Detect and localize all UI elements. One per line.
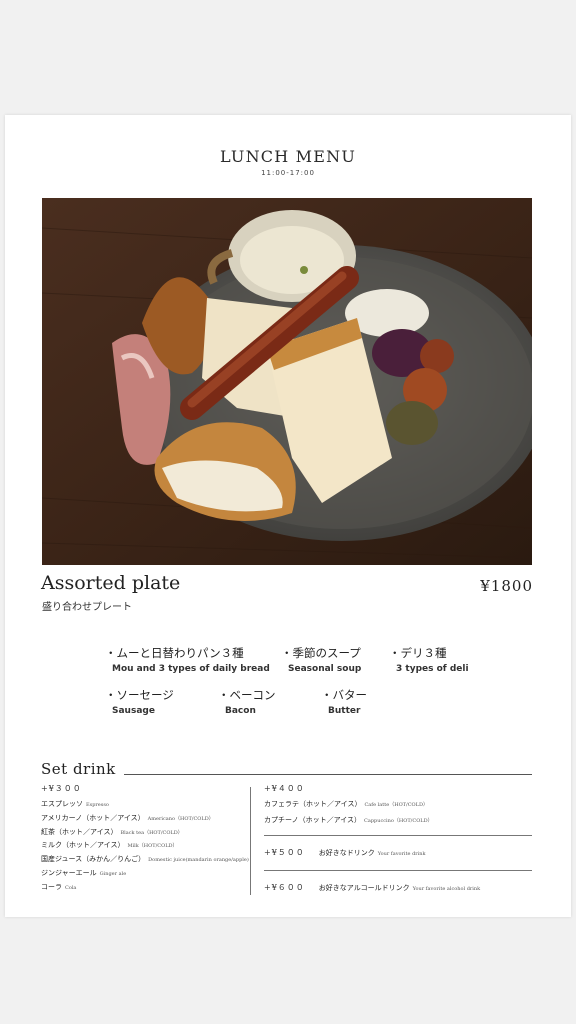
plate-item-jp: ・季節のスープ — [281, 646, 361, 660]
plate-name-jp: 盛り合わせプレート — [42, 602, 132, 613]
plate-price: ¥1800 — [480, 577, 533, 595]
drink-price-400: +¥４００ — [264, 784, 305, 793]
plate-item-en: Bacon — [225, 706, 256, 716]
menu-title: LUNCH MENU — [219, 147, 357, 166]
plate-item: ・デリ３種 3 types of deli — [389, 645, 469, 674]
plate-name: Assorted plate — [41, 572, 181, 594]
divider — [124, 774, 532, 775]
drink-row: コーラ Cola — [41, 882, 77, 891]
drink-row-600: +¥６００ お好きなアルコールドリンク Your favorite alcohol … — [264, 883, 481, 892]
plate-item-en: Butter — [328, 706, 361, 716]
food-photo — [42, 198, 532, 565]
drink-row: 国産ジュース（みかん／りんご） Domestic juice(mandarin o… — [41, 855, 249, 864]
plate-item: ・季節のスープ Seasonal soup — [281, 645, 361, 674]
set-drink-title: Set drink — [41, 760, 116, 778]
plate-item-en: Seasonal soup — [288, 664, 362, 674]
plate-item-jp: ・ソーセージ — [105, 688, 174, 702]
plate-item: ・ムーと日替わりパン３種 Mou and 3 types of daily br… — [105, 645, 270, 674]
menu-card: LUNCH MENU 11:00-17:00 Assorted plate 盛り… — [5, 115, 571, 917]
plate-item: ・ソーセージ Sausage — [105, 687, 174, 716]
drink-row: 紅茶（ホット／アイス） Black tea（HOT/COLD） — [41, 827, 183, 836]
drink-row: カフェラテ（ホット／アイス） Cafe latte（HOT/COLD） — [264, 800, 428, 808]
drink-row: アメリカーノ（ホット／アイス） Americano（HOT/COLD） — [41, 813, 214, 822]
drink-row-500: +¥５００ お好きなドリンク Your favorite drink — [264, 848, 426, 857]
plate-item-en: Sausage — [112, 706, 155, 716]
column-divider — [250, 787, 251, 895]
drink-row: カプチーノ（ホット／アイス） Cappuccino（HOT/COLD） — [264, 816, 433, 824]
plate-item: ・ベーコン Bacon — [218, 687, 276, 716]
plate-item-jp: ・バター — [321, 688, 367, 702]
plate-item-jp: ・デリ３種 — [389, 646, 447, 660]
assorted-plate-photo — [42, 198, 532, 565]
drink-group-right: +¥４００ カフェラテ（ホット／アイス） Cafe latte（HOT/COLD）… — [264, 783, 534, 905]
drink-group-300: +¥３００ エスプレッソ Espresso アメリカーノ（ホット／アイス） Amer… — [41, 783, 251, 896]
drink-row: ジンジャーエール Ginger ale — [41, 868, 127, 877]
plate-item-en: Mou and 3 types of daily bread — [112, 664, 270, 674]
drink-price-300: +¥３００ — [41, 784, 82, 793]
plate-item-jp: ・ムーと日替わりパン３種 — [105, 646, 244, 660]
drink-row: エスプレッソ Espresso — [41, 800, 109, 808]
plate-item: ・バター Butter — [321, 687, 367, 716]
menu-hours: 11:00-17:00 — [261, 169, 315, 177]
plate-item-en: 3 types of deli — [396, 664, 469, 674]
drink-row: ミルク（ホット／アイス） Milk（HOT/COLD） — [41, 841, 178, 850]
plate-item-jp: ・ベーコン — [218, 688, 276, 702]
